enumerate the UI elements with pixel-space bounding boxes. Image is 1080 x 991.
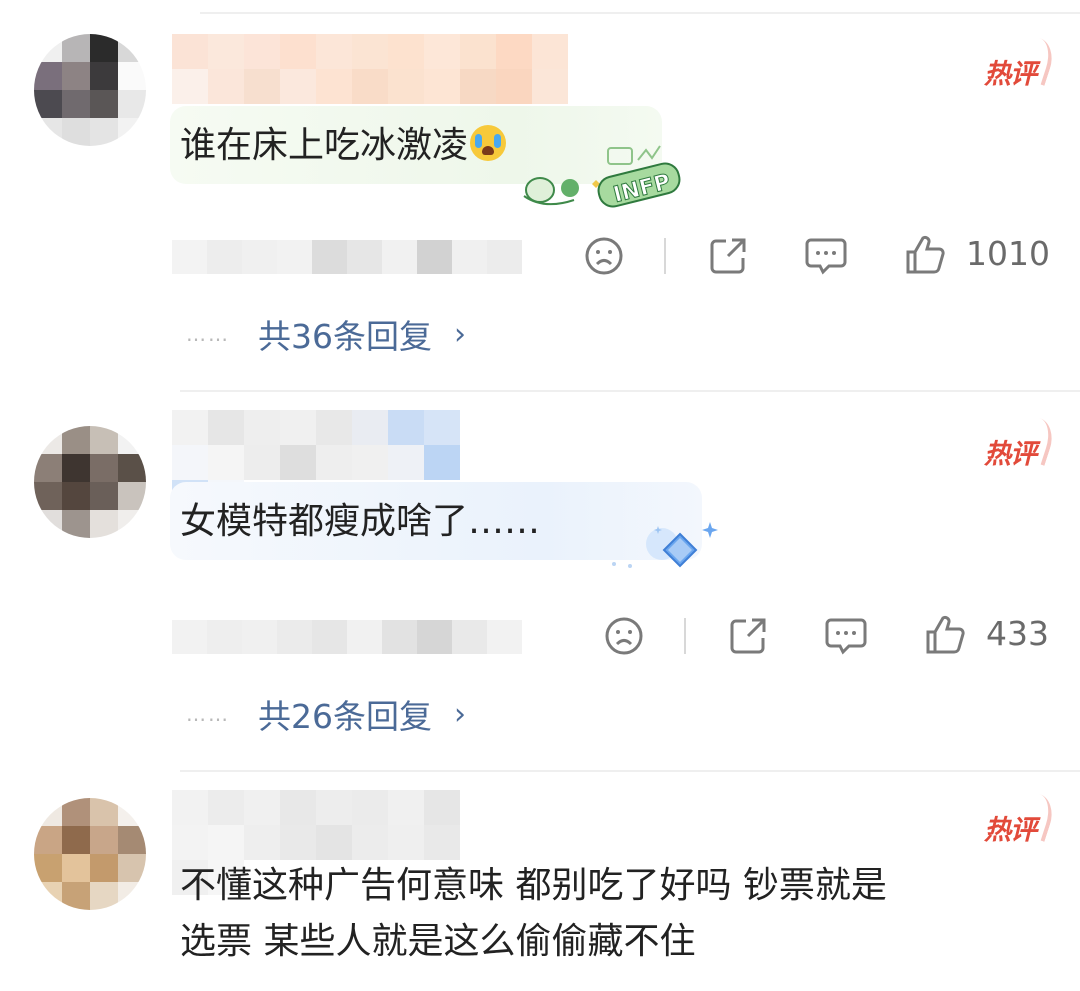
comment-item: 热评 谁在床上吃冰激凌 INFP 1010 …… 共36条回复 ›: [0, 0, 1080, 390]
like-button[interactable]: [922, 612, 968, 658]
diamond-decoration-icon: [612, 522, 718, 568]
timestamp-blurred: [172, 620, 522, 654]
username-blurred[interactable]: [172, 790, 482, 895]
hot-comment-badge: 热评: [984, 52, 1037, 91]
comment-item: 热评 不懂这种广告何意味 都别吃了好吗 钞票就是 选票 某些人就是这么偷偷藏不住: [0, 772, 1080, 991]
comment-button[interactable]: [824, 614, 868, 658]
comment-button[interactable]: [804, 234, 848, 278]
hot-comment-badge: 热评: [984, 432, 1037, 471]
share-icon: [730, 618, 766, 654]
action-divider: [664, 238, 666, 274]
dislike-button[interactable]: [602, 614, 646, 658]
like-count: 433: [986, 614, 1049, 653]
username-blurred[interactable]: [172, 34, 592, 104]
dislike-button[interactable]: [582, 234, 626, 278]
view-replies[interactable]: …… 共36条回复 ›: [186, 310, 466, 358]
avatar[interactable]: [34, 34, 146, 146]
dislike-face-icon: [585, 237, 623, 275]
chevron-right-icon: ›: [454, 696, 466, 732]
username-blurred[interactable]: [172, 410, 482, 515]
thumbs-up-icon: [906, 235, 945, 274]
comment-icon: [825, 618, 867, 655]
like-button[interactable]: [902, 232, 948, 278]
comment-text: 女模特都瘦成啥了……: [180, 501, 541, 542]
thumbs-up-icon: [926, 615, 965, 654]
hot-comment-badge: 热评: [984, 808, 1037, 847]
reply-dots: ……: [186, 322, 230, 346]
crying-emoji-icon: [470, 125, 507, 161]
timestamp-blurred: [172, 240, 522, 274]
chevron-right-icon: ›: [454, 316, 466, 352]
comment-icon: [805, 238, 847, 275]
action-divider: [684, 618, 686, 654]
comment-item: 热评 女模特都瘦成啥了…… 433 …… 共26条回复 ›: [0, 392, 1080, 772]
comment-text-line-1: 不懂这种广告何意味 都别吃了好吗 钞票就是: [180, 865, 887, 906]
avatar[interactable]: [34, 426, 146, 538]
share-button[interactable]: [706, 234, 750, 278]
infp-decoration-icon: INFP: [523, 145, 681, 209]
replies-link[interactable]: 共26条回复: [258, 690, 432, 738]
reply-dots: ……: [186, 702, 230, 726]
replies-link[interactable]: 共36条回复: [258, 310, 432, 358]
share-icon: [710, 238, 746, 274]
comment-text-line-2: 选票 某些人就是这么偷偷藏不住: [180, 921, 696, 962]
avatar[interactable]: [34, 798, 146, 910]
share-button[interactable]: [726, 614, 770, 658]
view-replies[interactable]: …… 共26条回复 ›: [186, 690, 466, 738]
comment-text: 谁在床上吃冰激凌: [180, 122, 507, 170]
dislike-face-icon: [605, 617, 643, 655]
like-count: 1010: [966, 234, 1050, 273]
comment-text-content: 谁在床上吃冰激凌: [180, 125, 469, 166]
